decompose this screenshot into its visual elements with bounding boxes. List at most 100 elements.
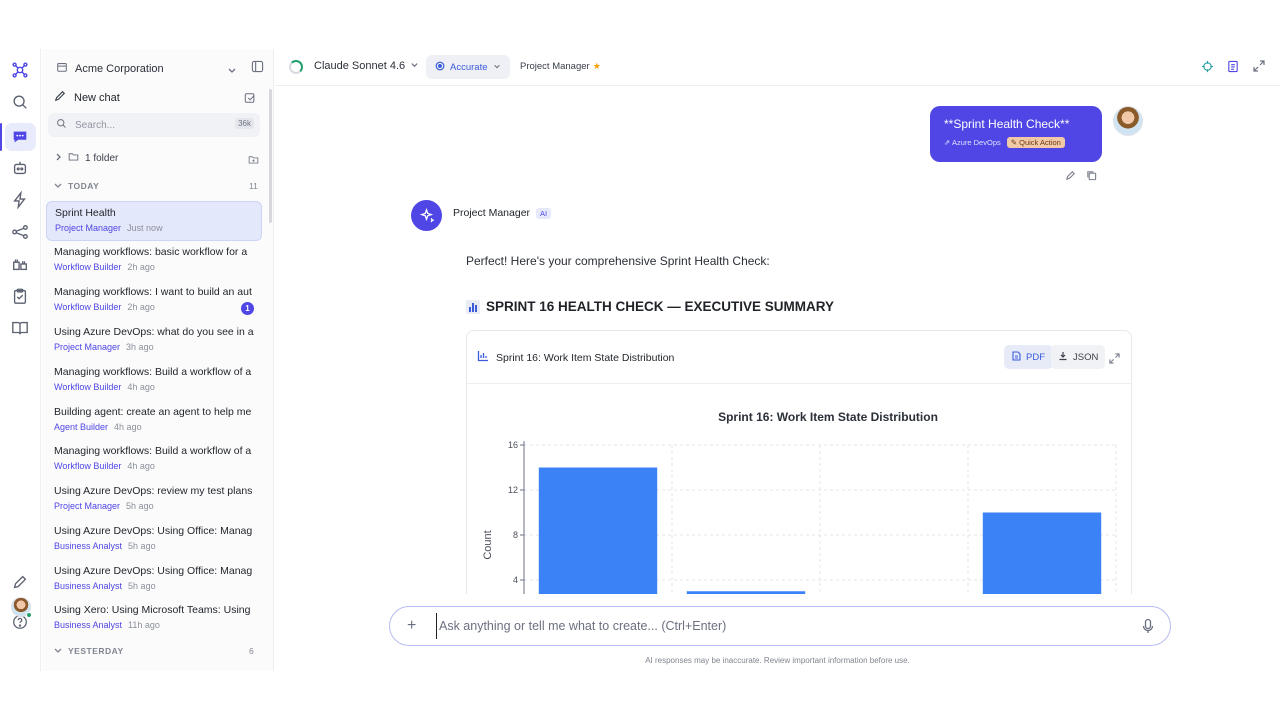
edit-icon[interactable] bbox=[1065, 168, 1076, 186]
chevron-right-icon bbox=[54, 153, 62, 164]
chat-list-item[interactable]: Sprint Health Project Manager Just now bbox=[46, 201, 262, 241]
chat-timestamp: 2h ago bbox=[127, 302, 155, 312]
chat-title: Building agent: create an agent to help … bbox=[54, 406, 252, 418]
assistant-intro-text: Perfect! Here's your comprehensive Sprin… bbox=[466, 254, 770, 268]
bar-chart-icon bbox=[477, 350, 489, 365]
chat-agent-label: Workflow Builder bbox=[54, 461, 122, 471]
chat-meta: Business Analyst 11h ago bbox=[54, 620, 254, 630]
book-icon[interactable] bbox=[9, 317, 31, 339]
chat-title: Using Azure DevOps: Using Office: Manag bbox=[54, 565, 253, 577]
chat-list-item[interactable]: Managing workflows: I want to build an a… bbox=[46, 281, 262, 321]
chevron-down-icon[interactable] bbox=[227, 62, 237, 80]
download-icon bbox=[1058, 351, 1068, 364]
microphone-icon[interactable] bbox=[1142, 618, 1154, 639]
chat-list-item[interactable]: Using Azure DevOps: Using Office: Manag B… bbox=[46, 520, 262, 560]
summary-heading: SPRINT 16 HEALTH CHECK — EXECUTIVE SUMMA… bbox=[466, 299, 834, 314]
bottom-blank-strip bbox=[0, 671, 1280, 720]
chat-list-item[interactable]: Using Azure DevOps: Using Office: Manag B… bbox=[46, 560, 262, 600]
chat-timestamp: 4h ago bbox=[127, 382, 155, 392]
chat-title: Using Azure DevOps: Using Office: Manag bbox=[54, 525, 253, 537]
lightning-icon[interactable] bbox=[9, 189, 31, 211]
chat-list-item[interactable]: Building agent: create an agent to help … bbox=[46, 401, 262, 441]
section-yesterday-header[interactable]: YESTERDAY bbox=[54, 646, 124, 656]
sidebar-search[interactable]: Search... 36k bbox=[48, 113, 260, 137]
search-placeholder: Search... bbox=[75, 119, 116, 131]
crosshair-icon[interactable] bbox=[1200, 59, 1214, 73]
chat-timestamp: 5h ago bbox=[126, 501, 154, 511]
sparkle-icon: ✎ bbox=[1010, 138, 1018, 147]
share-network-icon[interactable] bbox=[9, 221, 31, 243]
chat-agent-label: Agent Builder bbox=[54, 422, 109, 432]
bot-icon[interactable] bbox=[9, 157, 31, 179]
chat-list-item[interactable]: Using Azure DevOps: review my test plans… bbox=[46, 480, 262, 520]
expand-chart-icon[interactable] bbox=[1109, 351, 1120, 369]
document-icon[interactable] bbox=[1226, 59, 1240, 73]
y-tick-label: 16 bbox=[508, 440, 518, 450]
section-today-header[interactable]: TODAY bbox=[54, 181, 99, 191]
tag-action-label: Quick Action bbox=[1019, 138, 1061, 147]
chat-agent-label: Project Manager bbox=[54, 342, 121, 352]
tag-source-label: Azure DevOps bbox=[951, 138, 1001, 147]
json-label: JSON bbox=[1073, 351, 1099, 363]
y-tick-label: 8 bbox=[513, 530, 518, 540]
chat-title: Sprint Health bbox=[55, 207, 116, 219]
chevron-down-icon bbox=[54, 646, 62, 656]
quick-action-tag: ✎ Quick Action bbox=[1006, 137, 1065, 148]
sidebar-scrollbar[interactable] bbox=[269, 89, 272, 223]
chat-icon[interactable] bbox=[9, 126, 31, 148]
agent-selector[interactable]: Project Manager ★ bbox=[520, 61, 601, 72]
online-status-dot bbox=[26, 612, 32, 618]
icon-rail bbox=[0, 49, 41, 671]
chat-title: Using Azure DevOps: review my test plans bbox=[54, 485, 253, 497]
azure-devops-tag: ⇗ Azure DevOps bbox=[944, 138, 1001, 147]
section-today-count: 11 bbox=[249, 181, 258, 191]
chat-title: Using Xero: Using Microsoft Teams: Using bbox=[54, 604, 251, 616]
folder-icon bbox=[68, 151, 79, 165]
section-yesterday-count: 6 bbox=[249, 646, 254, 656]
org-switcher[interactable]: Acme Corporation bbox=[56, 61, 164, 76]
chat-title: Managing workflows: I want to build an a… bbox=[54, 286, 252, 298]
copy-icon[interactable] bbox=[1086, 168, 1097, 186]
plus-icon[interactable]: + bbox=[407, 617, 416, 635]
integrations-icon[interactable] bbox=[9, 253, 31, 275]
chat-agent-label: Business Analyst bbox=[54, 620, 123, 630]
chat-title: Managing workflows: Build a workflow of … bbox=[54, 445, 252, 457]
chat-meta: Project Manager 3h ago bbox=[54, 342, 254, 352]
pdf-label: PDF bbox=[1026, 351, 1045, 363]
summary-heading-text: SPRINT 16 HEALTH CHECK — EXECUTIVE SUMMA… bbox=[486, 299, 835, 314]
pencil-icon[interactable] bbox=[9, 571, 31, 593]
model-selector[interactable]: Claude Sonnet 4.6 bbox=[314, 60, 419, 72]
user-message-text: **Sprint Health Check** bbox=[944, 117, 1070, 131]
assistant-avatar-icon bbox=[411, 200, 442, 231]
chart-bar bbox=[538, 467, 658, 594]
chat-list-item[interactable]: Managing workflows: Build a workflow of … bbox=[46, 440, 262, 480]
expand-icon[interactable] bbox=[1252, 59, 1266, 73]
download-pdf-button[interactable]: PDF bbox=[1004, 345, 1053, 369]
agent-label: Project Manager bbox=[520, 61, 590, 72]
sidebar-collapse-icon[interactable] bbox=[251, 60, 264, 78]
chat-header: Claude Sonnet 4.6 Accurate Project Manag… bbox=[275, 49, 1280, 86]
user-message-avatar bbox=[1113, 106, 1143, 136]
mode-selector[interactable]: Accurate bbox=[426, 55, 510, 79]
chat-meta: Business Analyst 5h ago bbox=[54, 581, 254, 591]
building-icon bbox=[56, 61, 68, 76]
compose-icon[interactable] bbox=[244, 91, 256, 109]
chat-list-item[interactable]: Using Xero: Using Microsoft Teams: Using… bbox=[46, 599, 262, 639]
search-icon[interactable] bbox=[9, 91, 31, 113]
chat-list-item[interactable]: Managing workflows: basic workflow for a… bbox=[46, 241, 262, 281]
app-logo-icon[interactable] bbox=[9, 59, 31, 81]
chat-list-item[interactable]: Managing workflows: Build a workflow of … bbox=[46, 361, 262, 401]
chat-timestamp: Just now bbox=[127, 223, 163, 233]
clipboard-check-icon[interactable] bbox=[9, 285, 31, 307]
add-folder-icon[interactable] bbox=[248, 152, 259, 170]
y-tick-label: 4 bbox=[513, 575, 518, 585]
new-chat-button[interactable]: New chat bbox=[54, 90, 120, 105]
chat-title: Managing workflows: basic workflow for a bbox=[54, 246, 248, 258]
download-json-button[interactable]: JSON bbox=[1051, 345, 1106, 369]
folder-group[interactable]: 1 folder bbox=[54, 151, 118, 165]
message-input[interactable] bbox=[436, 613, 1116, 639]
chat-meta: Workflow Builder 2h ago bbox=[54, 302, 254, 312]
y-tick-label: 12 bbox=[508, 485, 518, 495]
chart-card-title-text: Sprint 16: Work Item State Distribution bbox=[496, 351, 675, 364]
chat-list-item[interactable]: Using Azure DevOps: what do you see in a… bbox=[46, 321, 262, 361]
